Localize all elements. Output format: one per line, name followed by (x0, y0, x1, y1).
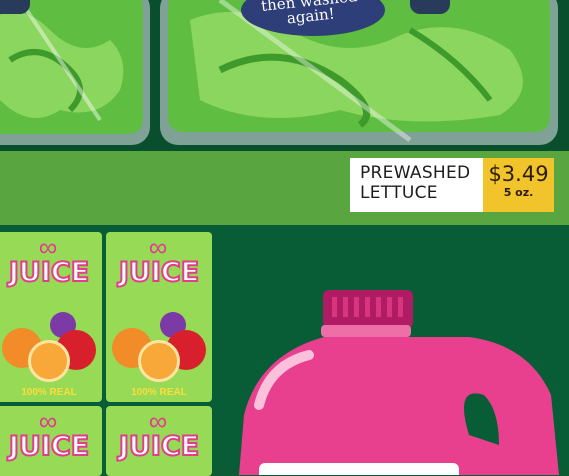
price-tag-product-name: PREWASHED LETTUCE (350, 158, 483, 212)
price-tag-size: 5 oz. (503, 186, 534, 199)
fruit-icon (0, 312, 100, 384)
juice-brand: JUICE (118, 430, 200, 463)
price-tag-price: $3.49 (488, 162, 549, 186)
fruit-icon (110, 312, 210, 384)
juice-brand: JUICE (8, 430, 90, 463)
juice-box[interactable]: ∞ JUICE 100% REAL (106, 232, 212, 402)
juice-jug[interactable] (229, 285, 569, 475)
juice-box[interactable]: ∞ JUICE (106, 406, 212, 476)
infinity-logo-icon: ∞ (38, 232, 58, 262)
juice-box[interactable]: ∞ JUICE (0, 406, 102, 476)
infinity-logo-icon: ∞ (38, 406, 58, 436)
price-tag-name-line-1: PREWASHED (360, 163, 471, 183)
price-tag-price-box: $3.49 5 oz. (483, 158, 554, 212)
price-tag-name-line-2: LETTUCE (360, 183, 438, 203)
juice-box[interactable]: ∞ JUICE 100% REAL (0, 232, 102, 402)
juice-box-grid: ∞ JUICE 100% REAL ∞ JUICE 100% REAL ∞ JU… (0, 232, 213, 476)
juice-tagline: 100% REAL (131, 387, 187, 398)
infinity-logo-icon: ∞ (148, 232, 168, 262)
juice-brand: JUICE (118, 256, 200, 289)
juice-tagline: 100% REAL (21, 387, 77, 398)
lettuce-container-left[interactable] (0, 0, 160, 150)
juice-brand: JUICE (8, 256, 90, 289)
infinity-logo-icon: ∞ (148, 406, 168, 436)
price-tag[interactable]: PREWASHED LETTUCE $3.49 5 oz. (350, 158, 554, 212)
